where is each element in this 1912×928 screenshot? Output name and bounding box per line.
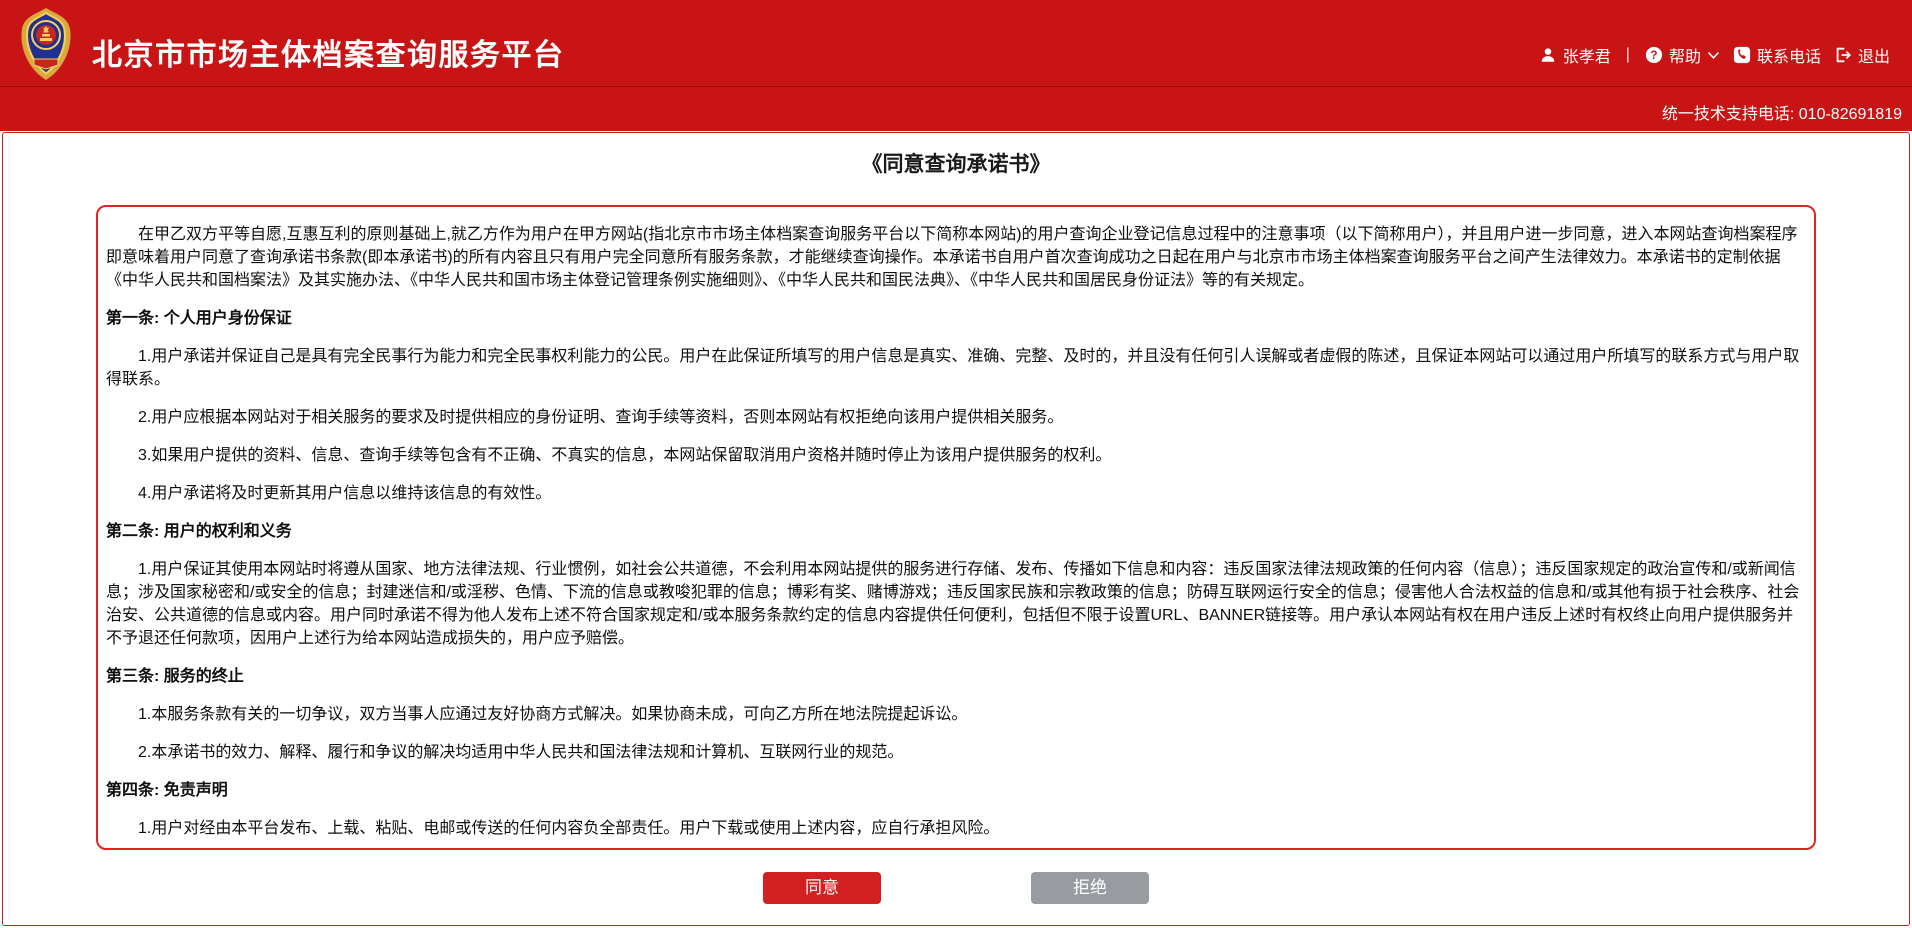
agreement-paragraph: 1.用户对经由本平台发布、上载、粘贴、电邮或传送的任何内容负全部责任。用户下载或… [106, 817, 1806, 840]
user-name: 张孝君 [1563, 43, 1611, 67]
logout-icon [1834, 46, 1852, 64]
help-menu[interactable]: ? 帮助 [1645, 43, 1720, 67]
action-buttons: 同意 拒绝 [3, 872, 1909, 904]
help-icon: ? [1645, 46, 1663, 64]
agreement-paragraph: 2.本承诺书的效力、解释、履行和争议的解决均适用中华人民共和国法律法规和计算机、… [106, 741, 1806, 764]
header-menu: 张孝君 | ? 帮助 联系电话 [1539, 43, 1890, 67]
brand: 北京市市场主体档案查询服务平台 [14, 7, 565, 86]
app-header: 北京市市场主体档案查询服务平台 张孝君 | ? 帮助 [0, 0, 1912, 86]
agreement-paragraph: 在甲乙双方平等自愿,互惠互利的原则基础上,就乙方作为用户在甲方网站(指北京市市场… [106, 223, 1806, 292]
phone-icon [1733, 46, 1751, 64]
logout-menu[interactable]: 退出 [1834, 43, 1890, 67]
agreement-paragraph: 3.如果用户提供的资料、信息、查询手续等包含有不正确、不真实的信息，本网站保留取… [106, 444, 1806, 467]
agreement-paragraph: 2.用户应根据本网站对于相关服务的要求及时提供相应的身份证明、查询手续等资料，否… [106, 406, 1806, 429]
agreement-section-heading: 第二条: 用户的权利和义务 [106, 520, 1806, 543]
user-icon [1539, 46, 1557, 64]
agreement-paragraph: 4.用户承诺将及时更新其用户信息以维持该信息的有效性。 [106, 482, 1806, 505]
contact-phone-menu[interactable]: 联系电话 [1733, 43, 1821, 67]
agree-button[interactable]: 同意 [763, 872, 881, 904]
saic-badge-logo-icon [14, 7, 78, 86]
support-phone-text: 统一技术支持电话: 010-82691819 [1662, 100, 1902, 124]
help-label: 帮助 [1669, 43, 1701, 67]
agreement-section-heading: 第三条: 服务的终止 [106, 665, 1806, 688]
menu-separator: | [1626, 46, 1630, 64]
contact-phone-label: 联系电话 [1757, 43, 1821, 67]
reject-button[interactable]: 拒绝 [1031, 872, 1149, 904]
agreement-title: 《同意查询承诺书》 [3, 148, 1909, 178]
chevron-down-icon [1707, 51, 1720, 60]
svg-text:?: ? [1650, 49, 1657, 62]
agreement-section-heading: 第四条: 免责声明 [106, 779, 1806, 802]
page-title: 北京市市场主体档案查询服务平台 [92, 30, 565, 74]
support-bar: 统一技术支持电话: 010-82691819 [0, 86, 1912, 131]
agreement-box: 在甲乙双方平等自愿,互惠互利的原则基础上,就乙方作为用户在甲方网站(指北京市市场… [96, 205, 1816, 850]
user-menu[interactable]: 张孝君 [1539, 43, 1611, 67]
content-panel: 《同意查询承诺书》 在甲乙双方平等自愿,互惠互利的原则基础上,就乙方作为用户在甲… [2, 132, 1910, 926]
agreement-paragraph: 1.本服务条款有关的一切争议，双方当事人应通过友好协商方式解决。如果协商未成，可… [106, 703, 1806, 726]
agreement-section-heading: 第一条: 个人用户身份保证 [106, 307, 1806, 330]
logout-label: 退出 [1858, 43, 1890, 67]
agreement-paragraph: 1.用户保证其使用本网站时将遵从国家、地方法律法规、行业惯例，如社会公共道德，不… [106, 558, 1806, 650]
agreement-paragraph: 1.用户承诺并保证自己是具有完全民事行为能力和完全民事权利能力的公民。用户在此保… [106, 345, 1806, 391]
